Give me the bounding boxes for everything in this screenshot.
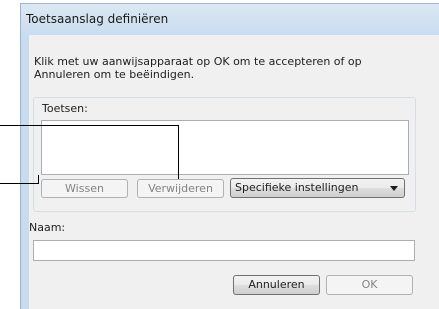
window-frame: Klik met uw aanwijsapparaat op OK om te …	[20, 35, 439, 309]
define-keystroke-dialog: Toetsaanslag definiëren Klik met uw aanw…	[20, 3, 439, 309]
cancel-button[interactable]: Annuleren	[233, 275, 320, 295]
keys-input-box[interactable]	[41, 120, 409, 175]
special-settings-value: Specifieke instellingen	[235, 181, 359, 194]
window-title: Toetsaanslag definiëren	[26, 12, 169, 26]
keys-groupbox: Toetsen: Wissen Verwijderen Specifieke i…	[33, 97, 416, 212]
name-input[interactable]	[33, 240, 415, 261]
callout-line-clear-vertical	[38, 175, 39, 184]
ok-button[interactable]: OK	[326, 275, 413, 295]
special-settings-dropdown[interactable]: Specifieke instellingen	[230, 178, 405, 198]
keys-group-label: Toetsen:	[42, 102, 88, 115]
name-label: Naam:	[29, 221, 66, 234]
title-bar: Toetsaanslag definiëren	[20, 3, 439, 36]
instruction-text: Klik met uw aanwijsapparaat op OK om te …	[34, 55, 362, 81]
callout-line-remove	[0, 125, 178, 126]
clear-button[interactable]: Wissen	[41, 179, 128, 198]
callout-line-remove-vertical	[178, 125, 179, 179]
chevron-down-icon	[390, 186, 398, 191]
callout-line-clear	[0, 183, 38, 184]
dialog-body: Klik met uw aanwijsapparaat op OK om te …	[29, 35, 439, 309]
remove-button[interactable]: Verwijderen	[137, 179, 224, 198]
